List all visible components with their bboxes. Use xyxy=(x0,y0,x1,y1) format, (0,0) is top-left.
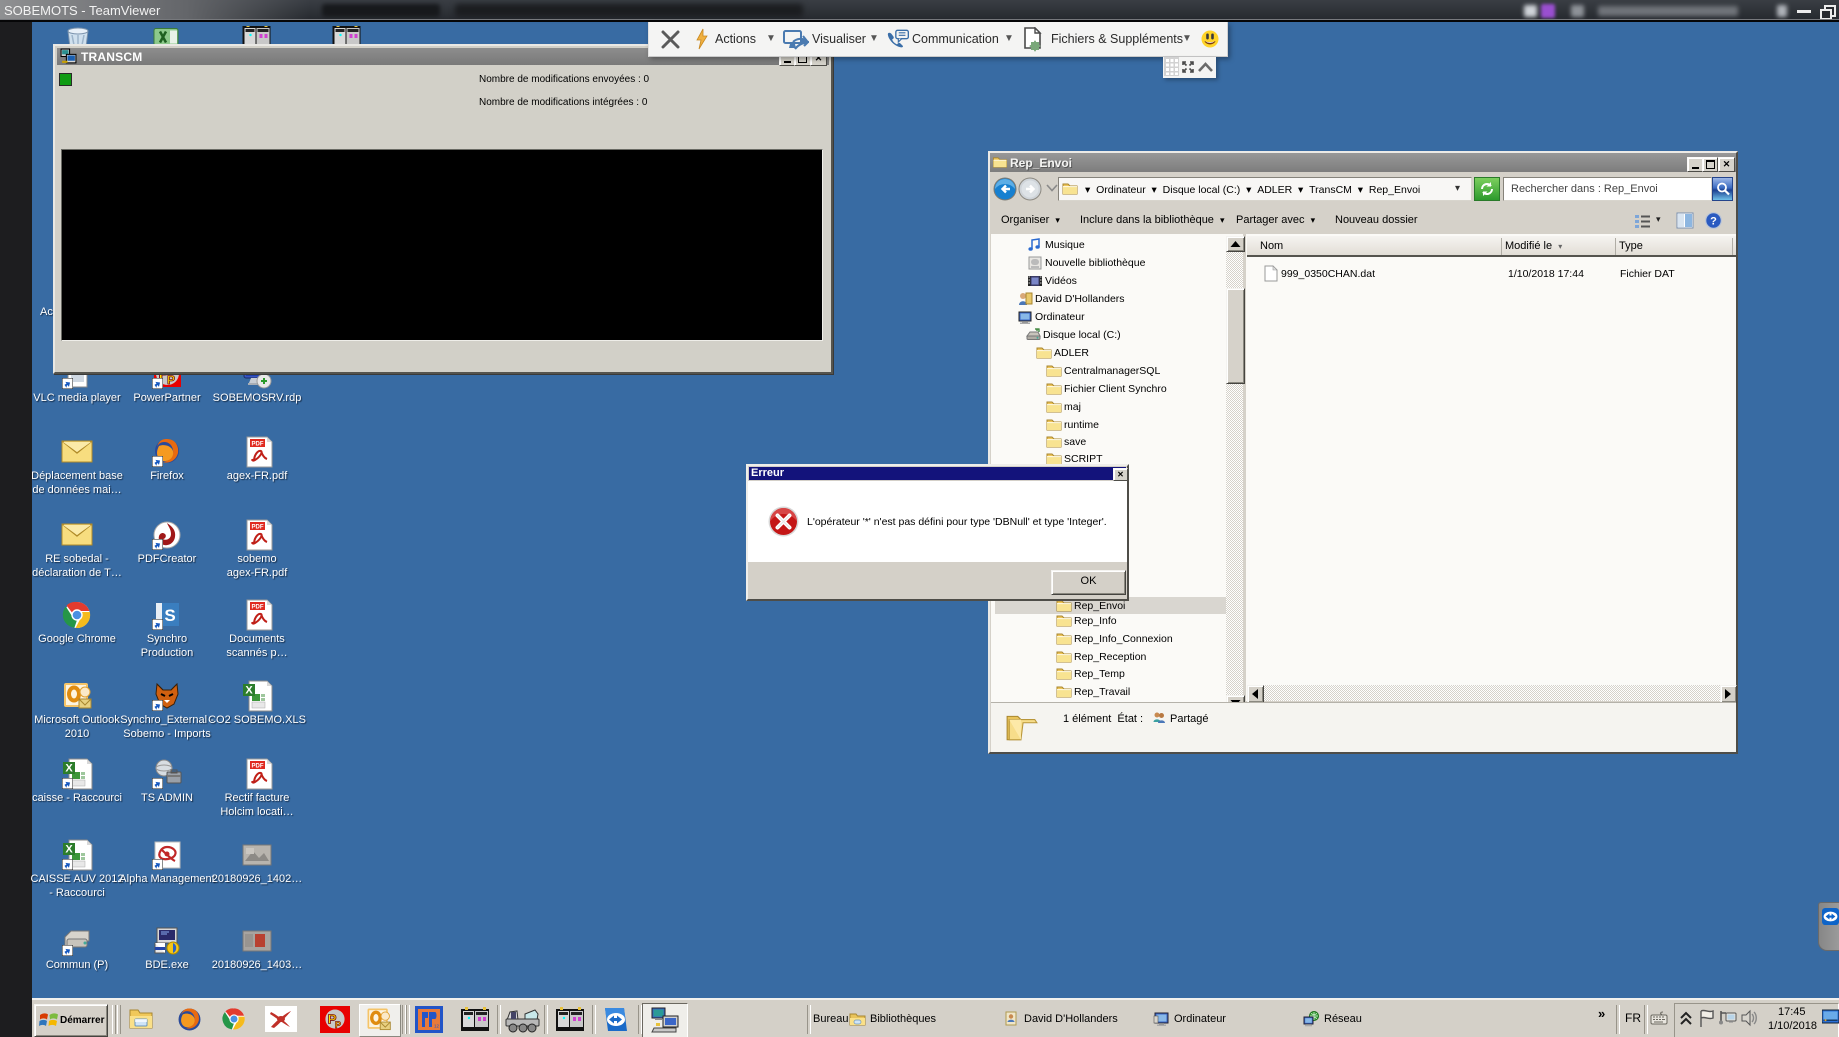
svg-text:S: S xyxy=(164,606,175,625)
svg-text:?: ? xyxy=(1710,216,1717,228)
svg-text:12: 12 xyxy=(434,1024,440,1029)
svg-text:P: P xyxy=(167,373,175,387)
svg-text:P: P xyxy=(335,1020,341,1030)
